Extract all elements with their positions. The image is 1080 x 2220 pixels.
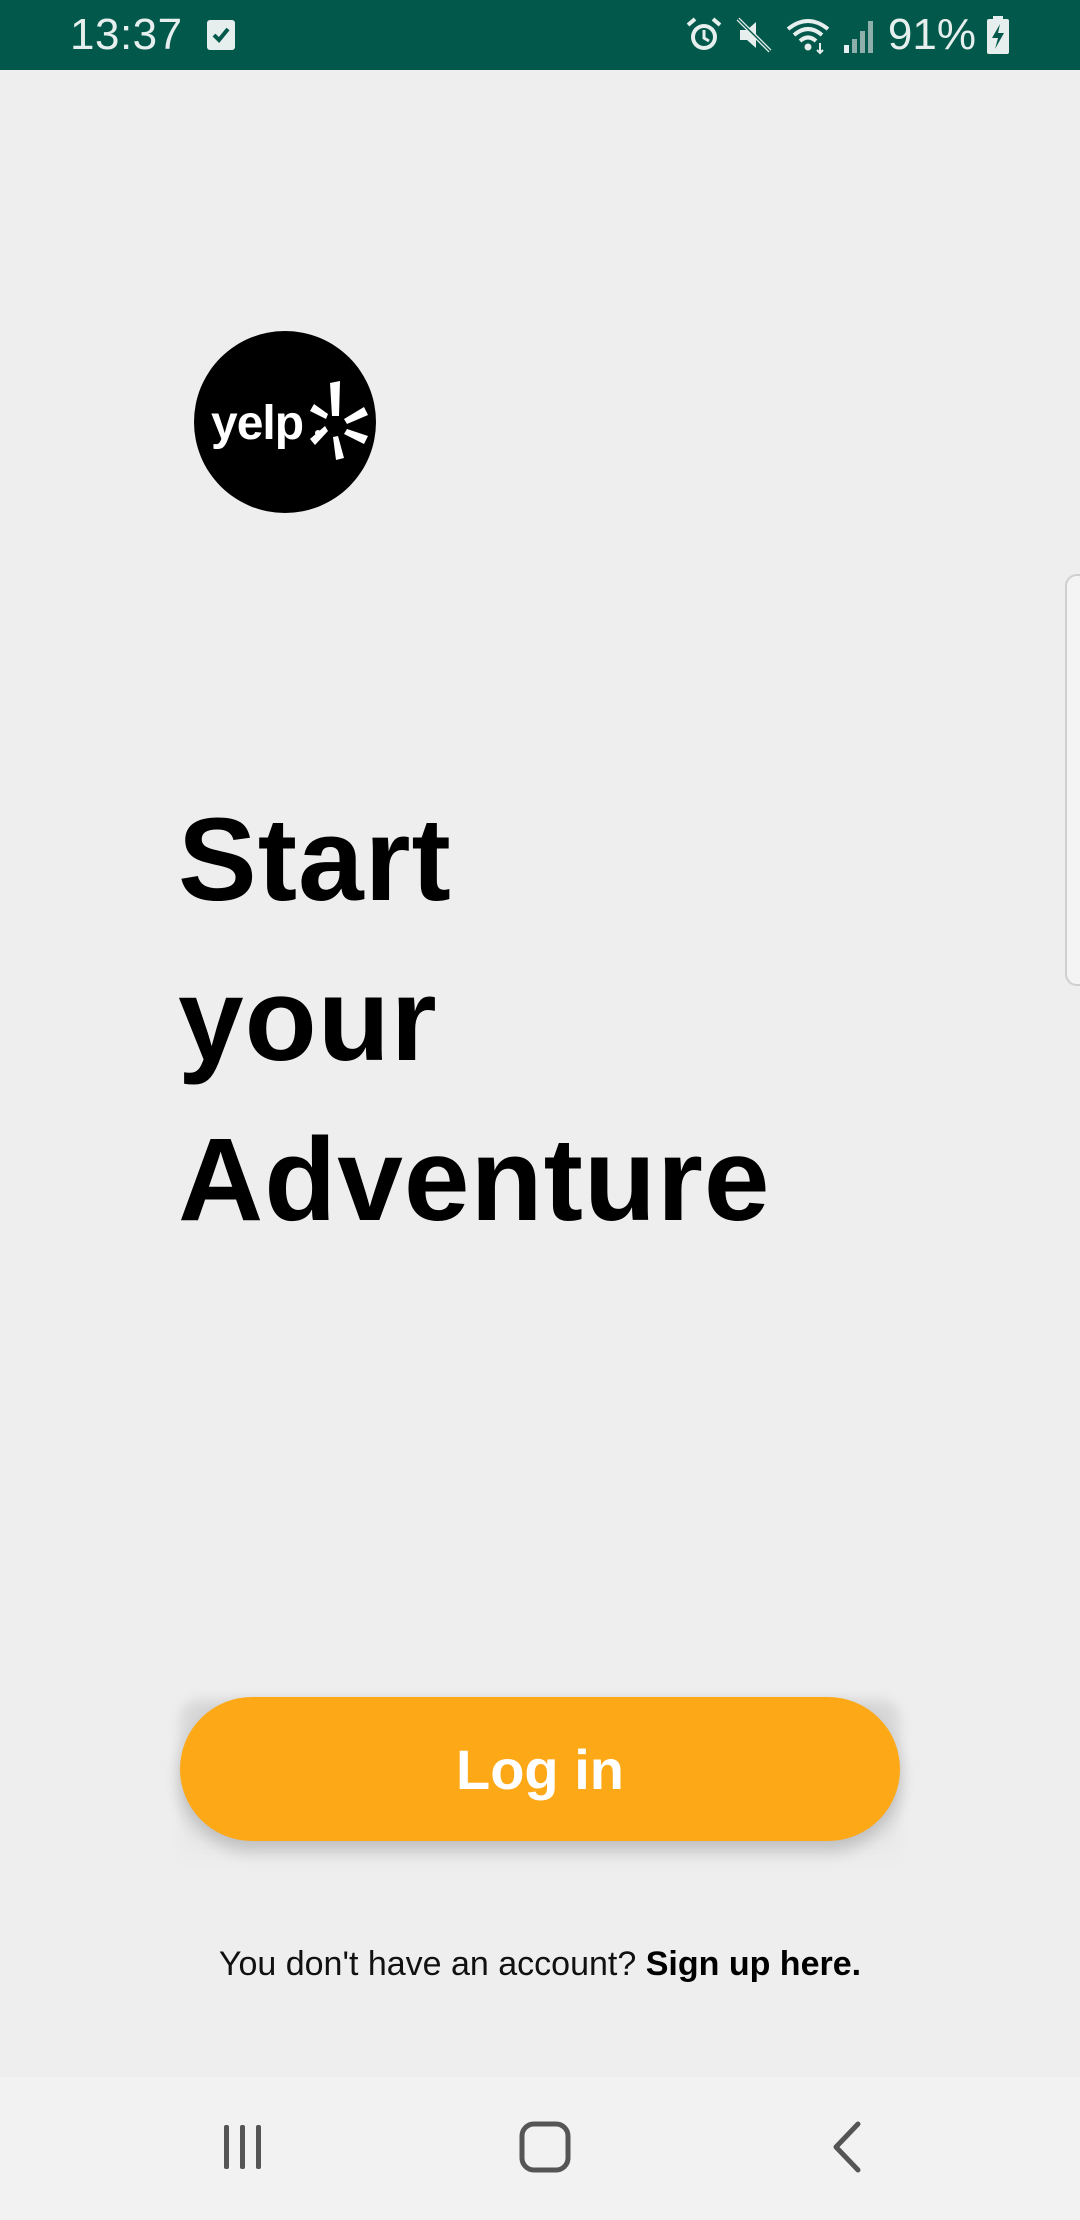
- home-button[interactable]: [495, 2107, 595, 2187]
- status-bar: 13:37 91%: [0, 0, 1080, 70]
- home-icon: [519, 2121, 571, 2173]
- headline: Start your Adventure: [178, 780, 771, 1260]
- signup-prompt-text: You don't have an account?: [218, 1945, 646, 1983]
- checkbox-notification-icon: [207, 20, 235, 50]
- back-icon: [833, 2121, 861, 2173]
- wifi-icon: [786, 19, 830, 55]
- battery-charging-icon: [987, 16, 1009, 54]
- recent-apps-icon: [224, 2125, 261, 2169]
- yelp-logo: yelp: [194, 331, 376, 513]
- back-button[interactable]: [798, 2107, 898, 2187]
- yelp-burst-icon: yelp: [211, 381, 368, 460]
- headline-line-1: Start: [178, 794, 452, 926]
- status-icons: 91%: [684, 12, 1010, 58]
- edge-panel-handle[interactable]: [1065, 574, 1080, 986]
- signup-prompt: You don't have an account? Sign up here.: [0, 1942, 1080, 1986]
- signup-link[interactable]: Sign up here.: [646, 1945, 861, 1983]
- login-button[interactable]: Log in: [180, 1697, 900, 1841]
- signal-icon: [843, 21, 873, 53]
- status-time: 13:37: [70, 10, 183, 59]
- mute-icon: [736, 17, 772, 53]
- headline-line-2: your: [178, 954, 438, 1086]
- svg-text:yelp: yelp: [211, 397, 303, 450]
- recent-apps-button[interactable]: [193, 2107, 293, 2187]
- alarm-icon: [686, 17, 722, 50]
- battery-percent: 91%: [887, 10, 976, 59]
- navigation-bar: [0, 2077, 1080, 2220]
- headline-line-3: Adventure: [178, 1114, 771, 1246]
